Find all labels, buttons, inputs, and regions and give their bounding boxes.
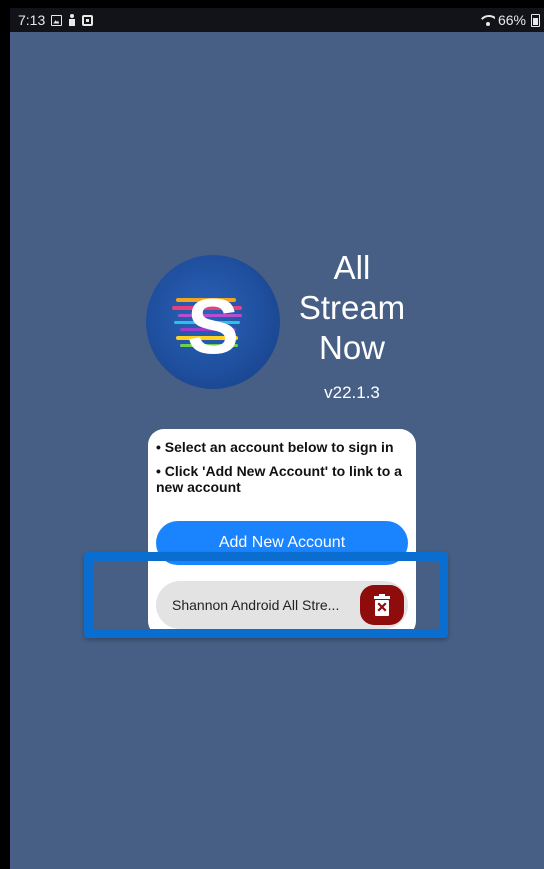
box-icon [82,14,94,26]
app-version: v22.1.3 [324,383,380,402]
delete-account-button[interactable] [360,585,404,625]
add-new-account-button[interactable]: Add New Account [156,521,408,565]
image-icon [51,14,63,26]
person-icon [68,14,76,26]
app-screen: 7:13 66% S All Stream Now v22.1.3 • Sele… [10,8,544,869]
instructions: • Select an account below to sign in • C… [156,439,408,503]
trash-icon [374,594,390,616]
logo-letter: S [187,282,239,370]
account-name: Shannon Android All Stre... [172,597,340,613]
account-item[interactable]: Shannon Android All Stre... [156,581,408,629]
status-time: 7:13 [18,12,46,28]
status-bar: 7:13 66% [10,8,544,32]
device-bezel-left [0,0,10,869]
battery-icon [531,13,540,27]
instruction-select: • Select an account below to sign in [156,439,394,455]
instruction-add: • Click 'Add New Account' to link to a n… [156,463,402,495]
battery-level: 66% [497,12,526,28]
wifi-icon [481,14,495,26]
account-card: • Select an account below to sign in • C… [148,429,416,637]
device-bezel-top [0,0,544,8]
app-logo: S [146,255,280,389]
app-title: All Stream Now [298,249,406,366]
